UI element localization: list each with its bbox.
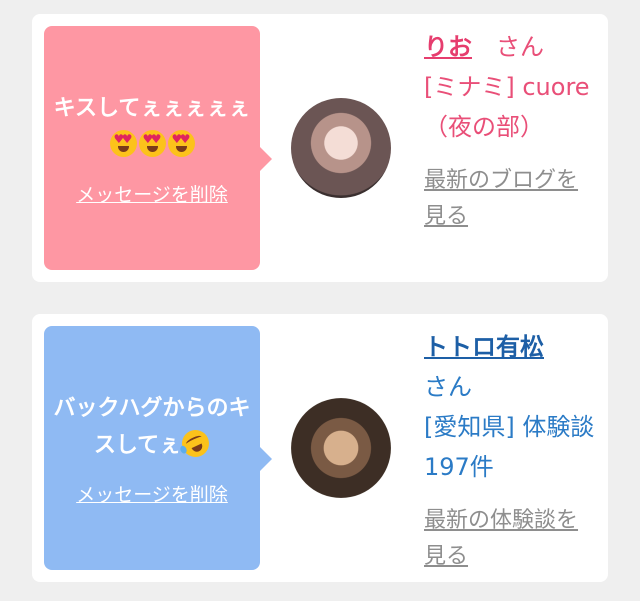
message-card: バックハグからのキスしてぇ メッセージを削除 トトロ有松 さん [愛知県] 体験… (32, 314, 608, 582)
message-bubble: バックハグからのキスしてぇ メッセージを削除 (44, 326, 272, 570)
message-text: キスしてぇぇぇぇぇ (52, 90, 252, 164)
heart-eyes-emoji-icon (138, 129, 166, 157)
message-bubble: キスしてぇぇぇぇぇ メッセージを削除 (44, 26, 272, 270)
report-info: [愛知県] 体験談 197件 (424, 413, 595, 481)
sender-info: トトロ有松 さん [愛知県] 体験談 197件 最新の体験談を見る (424, 327, 604, 575)
avatar[interactable] (291, 398, 391, 498)
message-text: バックハグからのキスしてぇ (52, 390, 252, 464)
sender-name-line: りお さん (424, 27, 604, 67)
rolling-laughing-emoji-icon (177, 425, 214, 461)
sender-name-link[interactable]: りお (424, 33, 472, 61)
honorific: さん (496, 33, 544, 61)
heart-eyes-emoji-icon (167, 129, 195, 157)
message-card: キスしてぇぇぇぇぇ メッセージを削除 りお さん [ミナミ] cuore（夜の部… (32, 14, 608, 282)
avatar[interactable] (291, 98, 391, 198)
sender-name-link[interactable]: トトロ有松 (424, 333, 544, 361)
honorific: さん (424, 373, 472, 401)
sender-name-line: トトロ有松 (424, 327, 604, 367)
sender-info: りお さん [ミナミ] cuore（夜の部） 最新のブログを見る (424, 27, 604, 235)
heart-eyes-emoji-icon (109, 129, 137, 157)
delete-message-link[interactable]: メッセージを削除 (76, 480, 228, 507)
latest-blog-link[interactable]: 最新のブログを見る (424, 163, 584, 235)
latest-report-link[interactable]: 最新の体験談を見る (424, 503, 584, 575)
delete-message-link[interactable]: メッセージを削除 (76, 180, 228, 207)
shop-name: [ミナミ] cuore（夜の部） (424, 73, 590, 141)
